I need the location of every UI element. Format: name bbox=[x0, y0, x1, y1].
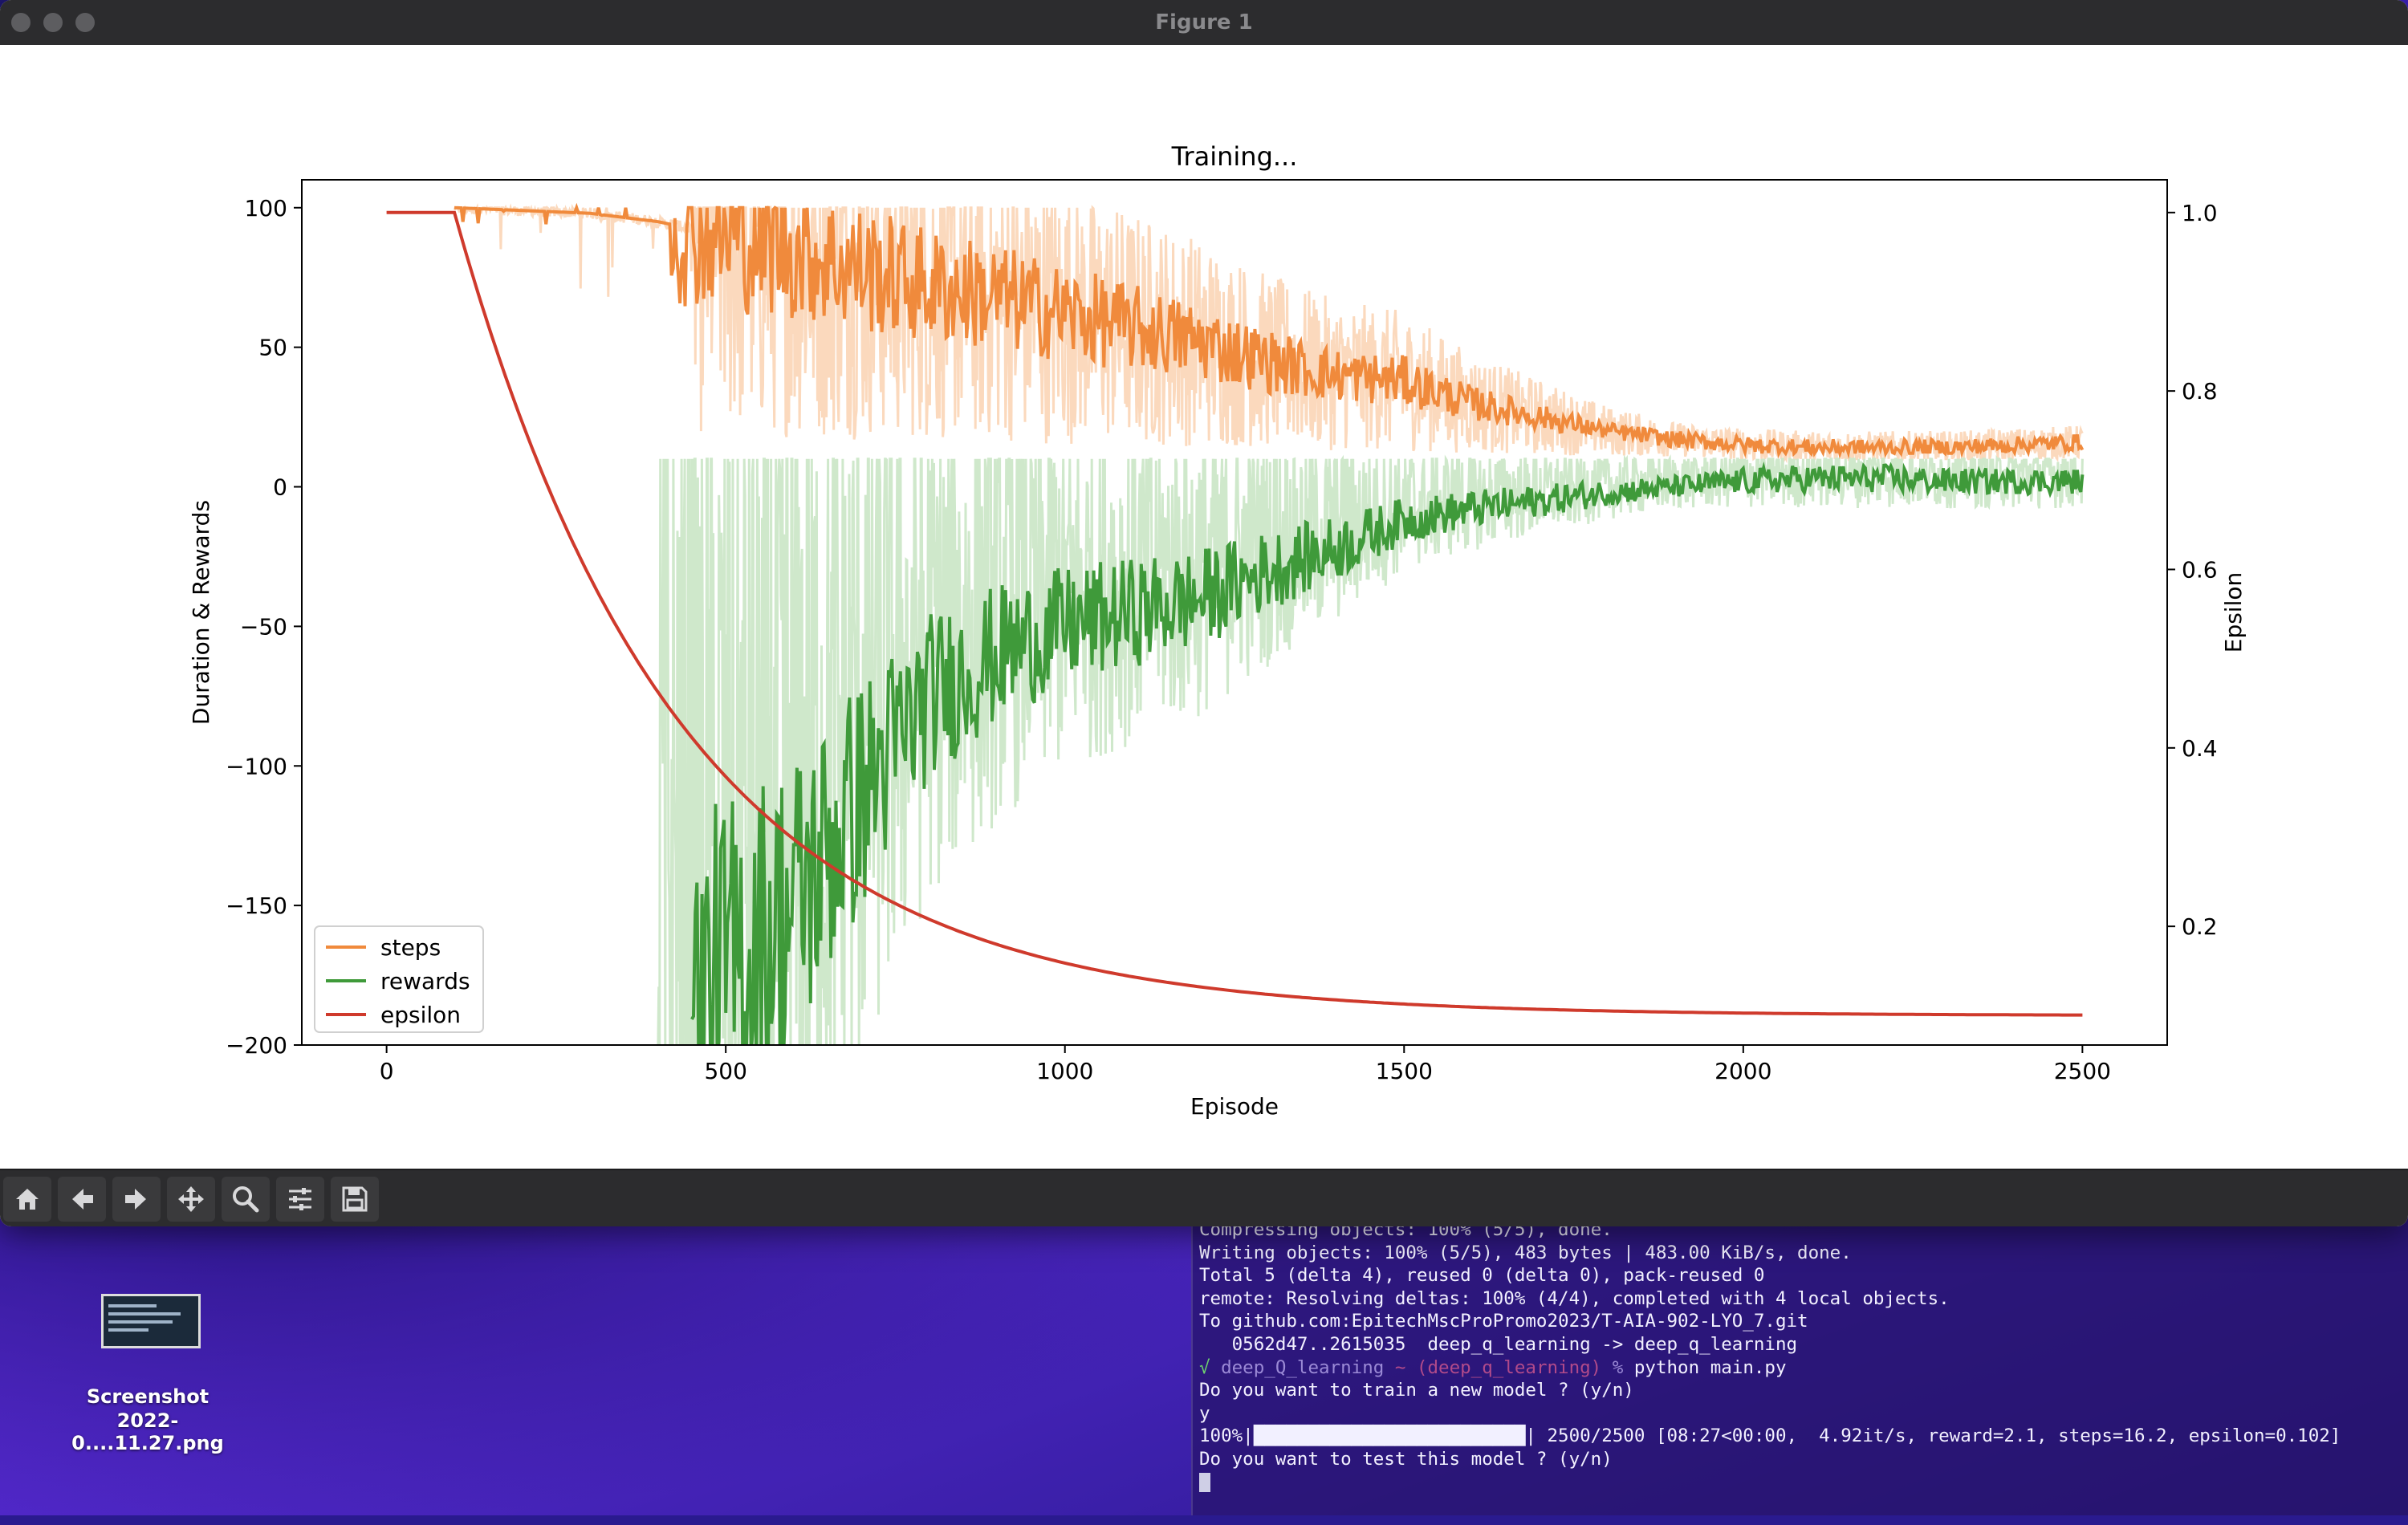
pan-button[interactable] bbox=[167, 1177, 215, 1222]
plot-lines bbox=[386, 202, 2085, 1045]
terminal-line: y bbox=[1199, 1402, 1210, 1424]
terminal-line: 0562d47..2615035 deep_q_learning -> deep… bbox=[1199, 1333, 1798, 1355]
forward-arrow-icon bbox=[125, 1189, 146, 1210]
save-button[interactable] bbox=[331, 1177, 379, 1222]
y-tick-label: −100 bbox=[226, 753, 287, 779]
window-titlebar[interactable]: Figure 1 bbox=[0, 0, 2408, 47]
terminal-line: To github.com:EpitechMscProPromo2023/T-A… bbox=[1199, 1311, 1808, 1332]
matplotlib-toolbar bbox=[0, 1169, 2408, 1226]
legend-label-steps: steps bbox=[380, 934, 441, 961]
desktop-file-label: Screenshot bbox=[86, 1385, 209, 1408]
prompt-check: √ bbox=[1199, 1356, 1222, 1378]
terminal-line: Total 5 (delta 4), reused 0 (delta 0), p… bbox=[1199, 1265, 1765, 1287]
y-tick-label: −50 bbox=[240, 613, 287, 640]
prompt-directory: deep_Q_learning bbox=[1221, 1356, 1395, 1378]
home-button[interactable] bbox=[3, 1177, 51, 1222]
desktop-file-label-2: 2022-0....11.27.png bbox=[71, 1409, 224, 1454]
y2-tick-label: 1.0 bbox=[2182, 200, 2218, 226]
y-tick-label: 0 bbox=[273, 474, 287, 501]
y-axis-label: Duration & Rewards bbox=[188, 500, 214, 725]
y2-tick-label: 0.8 bbox=[2182, 378, 2218, 405]
chart-title: Training... bbox=[1171, 141, 1298, 172]
x-tick-label: 1500 bbox=[1376, 1058, 1433, 1084]
y-tick-label: 50 bbox=[258, 335, 287, 361]
terminal-prompt-line: √ deep_Q_learning ~ (deep_q_learning) % … bbox=[1199, 1356, 2341, 1380]
terminal-line: 100%|█████████████████████████| 2500/250… bbox=[1199, 1425, 2341, 1447]
configure-subplots-button[interactable] bbox=[276, 1177, 324, 1222]
x-tick-label: 2500 bbox=[2054, 1058, 2111, 1084]
y2-axis-label: Epsilon bbox=[2220, 572, 2247, 653]
figure-window: Figure 1 0 500 1000 1500 2000 2500 100 50 0 −50 −1… bbox=[0, 0, 2408, 1226]
window-title: Figure 1 bbox=[1155, 10, 1253, 35]
y-tick-label: −200 bbox=[226, 1032, 287, 1059]
y2-tick-label: 0.2 bbox=[2182, 913, 2218, 940]
x-tick-label: 1000 bbox=[1036, 1058, 1093, 1084]
x-axis-label: Episode bbox=[1190, 1093, 1279, 1120]
prompt-symbol: % bbox=[1612, 1356, 1634, 1378]
terminal-output: Compressing objects: 100% (5/5), done. Wr… bbox=[1199, 1218, 2341, 1494]
back-arrow-icon bbox=[72, 1189, 93, 1210]
legend-label-rewards: rewards bbox=[380, 968, 470, 994]
plot-area[interactable]: 0 500 1000 1500 2000 2500 100 50 0 −50 −100 −150 −20… bbox=[0, 45, 2408, 1169]
y2-tick-label: 0.4 bbox=[2182, 735, 2218, 762]
home-icon bbox=[16, 1189, 39, 1210]
y-tick-label: 100 bbox=[245, 195, 287, 222]
terminal-line: remote: Resolving deltas: 100% (4/4), co… bbox=[1199, 1287, 1950, 1309]
configure-subplots-icon bbox=[289, 1188, 311, 1210]
back-button[interactable] bbox=[58, 1177, 106, 1222]
zoom-icon bbox=[233, 1186, 259, 1213]
desktop-file-icon[interactable]: Screenshot 2022-0....11.27.png bbox=[51, 1294, 244, 1454]
x-tick-label: 0 bbox=[380, 1058, 394, 1084]
y-tick-label: −150 bbox=[226, 893, 287, 919]
terminal-line: Do you want to test this model ? (y/n) bbox=[1199, 1448, 1613, 1470]
zoom-button[interactable] bbox=[222, 1177, 270, 1222]
y2-tick-label: 0.6 bbox=[2182, 556, 2218, 583]
legend-label-epsilon: epsilon bbox=[380, 1002, 461, 1028]
terminal-cursor-line bbox=[1199, 1471, 2341, 1494]
terminal-line: Do you want to train a new model ? (y/n) bbox=[1199, 1380, 1634, 1401]
x-tick-label: 2000 bbox=[1714, 1058, 1771, 1084]
terminal-line: Writing objects: 100% (5/5), 483 bytes |… bbox=[1199, 1242, 1852, 1263]
pan-icon bbox=[178, 1186, 204, 1212]
screenshot-thumbnail bbox=[101, 1294, 201, 1348]
terminal-window[interactable]: Compressing objects: 100% (5/5), done. Wr… bbox=[1191, 1212, 2408, 1515]
training-chart: 0 500 1000 1500 2000 2500100500−50−100−150−20… bbox=[188, 141, 2247, 1120]
x-tick-label: 500 bbox=[704, 1058, 746, 1084]
terminal-cursor bbox=[1199, 1473, 1210, 1493]
prompt-command: python main.py bbox=[1633, 1356, 1787, 1378]
save-icon bbox=[342, 1186, 368, 1212]
prompt-branch: ~ (deep_q_learning) bbox=[1394, 1356, 1613, 1378]
forward-button[interactable] bbox=[112, 1177, 161, 1222]
